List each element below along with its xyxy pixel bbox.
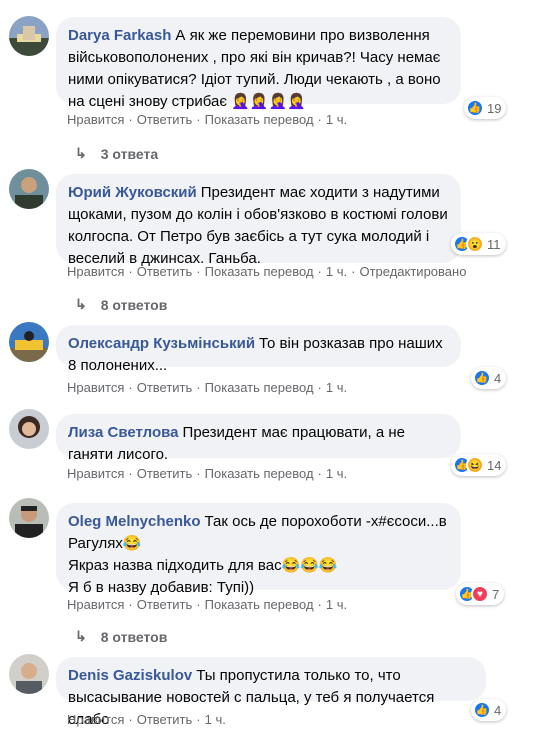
reply-button[interactable]: Ответить (137, 264, 193, 279)
translate-button[interactable]: Показать перевод (205, 380, 314, 395)
comment-text-2: Якраз назва підходить для вас (68, 557, 282, 574)
avatar[interactable] (9, 169, 49, 209)
comment-bubble: Лиза Светлова Президент має працювати, а … (56, 414, 461, 463)
reaction-count: 14 (487, 457, 502, 473)
facepalm-emoji: 🤦‍♀️🤦‍♀️🤦‍♀️🤦‍♀️ (231, 93, 306, 110)
view-replies-button[interactable]: ↳ 8 ответов (75, 628, 167, 645)
reaction-count: 4 (494, 370, 502, 386)
like-button[interactable]: Нравится (67, 712, 124, 727)
comment-time[interactable]: 1 ч. (326, 597, 347, 612)
like-button[interactable]: Нравится (67, 112, 124, 127)
reply-button[interactable]: Ответить (137, 597, 193, 612)
reaction-summary[interactable]: 👍 19 (464, 97, 507, 119)
comment-author[interactable]: Лиза Светлова (68, 424, 179, 441)
replies-count: 3 ответа (100, 145, 159, 162)
reply-button[interactable]: Ответить (137, 112, 193, 127)
reaction-count: 4 (494, 702, 502, 718)
like-icon: 👍 (473, 369, 491, 387)
like-button[interactable]: Нравится (67, 380, 124, 395)
comment-time[interactable]: 1 ч. (205, 712, 226, 727)
reply-button[interactable]: Ответить (137, 380, 193, 395)
comment-bubble: Юрий Жуковский Президент має ходити з над… (56, 174, 461, 267)
reply-arrow-icon: ↳ (75, 296, 87, 312)
comment-time[interactable]: 1 ч. (326, 380, 347, 395)
comment-time[interactable]: 1 ч. (326, 466, 347, 481)
comment-actions: Нравится · Ответить · Показать перевод · 1 ч. ·… (67, 264, 467, 279)
replies-count: 8 ответов (100, 628, 168, 645)
reaction-count: 19 (487, 100, 502, 116)
reply-button[interactable]: Ответить (137, 466, 193, 481)
translate-button[interactable]: Показать перевод (205, 112, 314, 127)
avatar[interactable] (9, 654, 49, 694)
comment-author[interactable]: Олександр Кузьмінський (68, 335, 255, 352)
reaction-summary[interactable]: 👍 4 (471, 367, 507, 389)
like-icon: 👍 (473, 701, 491, 719)
comment-actions: Нравится · Ответить · Показать перевод · 1 ч. (67, 466, 348, 481)
comment-bubble: Denis Gaziskulov Ты пропустила только то,… (56, 657, 486, 728)
love-icon: ♥ (471, 585, 489, 603)
comment-bubble: Darya Farkash А як же перемовини про визв… (56, 17, 461, 110)
reaction-summary[interactable]: 👍 4 (471, 699, 507, 721)
avatar[interactable] (9, 16, 49, 56)
comment-actions: Нравится · Ответить · Показать перевод · 1 ч. (67, 112, 348, 127)
comment-bubble: Олександр Кузьмінський То він розказав пр… (56, 325, 461, 374)
reply-arrow-icon: ↳ (75, 628, 87, 644)
translate-button[interactable]: Показать перевод (205, 597, 314, 612)
reaction-summary[interactable]: 👍 😮 11 (451, 233, 506, 255)
like-button[interactable]: Нравится (67, 264, 124, 279)
like-icon: 👍 (466, 99, 484, 117)
comment-actions: Нравится · Ответить · 1 ч. (67, 712, 226, 727)
avatar[interactable] (9, 322, 49, 362)
reaction-summary[interactable]: 👍 😆 14 (451, 454, 507, 476)
haha-emoji: 😂 (122, 535, 142, 552)
like-button[interactable]: Нравится (67, 597, 124, 612)
comment-time[interactable]: 1 ч. (326, 264, 347, 279)
edited-label[interactable]: Отредактировано (359, 264, 466, 279)
comment-author[interactable]: Darya Farkash (68, 27, 171, 44)
like-button[interactable]: Нравится (67, 466, 124, 481)
translate-button[interactable]: Показать перевод (205, 264, 314, 279)
reaction-count: 11 (487, 236, 501, 252)
haha-icon: 😆 (466, 456, 484, 474)
comment-author[interactable]: Oleg Melnychenko (68, 513, 201, 530)
comment-author[interactable]: Denis Gaziskulov (68, 667, 192, 684)
wow-icon: 😮 (466, 235, 484, 253)
avatar[interactable] (9, 409, 49, 449)
comment-actions: Нравится · Ответить · Показать перевод · 1 ч. (67, 597, 348, 612)
comment-bubble: Oleg Melnychenko Так ось де порохоботи -х… (56, 503, 461, 596)
reaction-summary[interactable]: 👍 ♥ 7 (456, 583, 505, 605)
haha-emoji: 😂😂😂 (281, 557, 338, 574)
avatar[interactable] (9, 498, 49, 538)
reply-arrow-icon: ↳ (75, 145, 87, 161)
view-replies-button[interactable]: ↳ 3 ответа (75, 145, 158, 162)
comment-actions: Нравится · Ответить · Показать перевод · 1 ч. (67, 380, 348, 395)
replies-count: 8 ответов (100, 296, 168, 313)
comment-text-3: Я б в назву добавив: Тупі)) (68, 579, 255, 596)
reaction-count: 7 (492, 586, 500, 602)
translate-button[interactable]: Показать перевод (205, 466, 314, 481)
reply-button[interactable]: Ответить (137, 712, 193, 727)
view-replies-button[interactable]: ↳ 8 ответов (75, 296, 167, 313)
comment-time[interactable]: 1 ч. (326, 112, 347, 127)
comment-author[interactable]: Юрий Жуковский (68, 184, 197, 201)
